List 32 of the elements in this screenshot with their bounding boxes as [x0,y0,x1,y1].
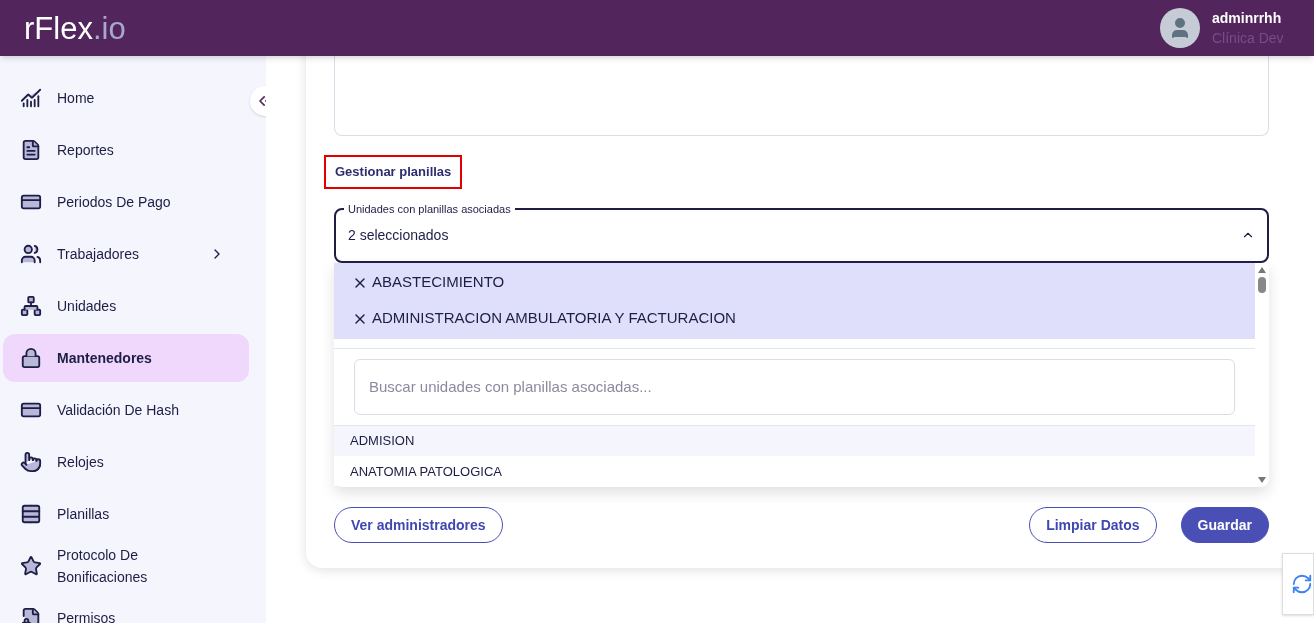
section-title: Gestionar planillas [324,155,463,189]
user-name: adminrrhh [1212,9,1283,28]
outline-button[interactable]: Ver administradores [334,506,503,543]
sidebar-item[interactable]: Validación De Hash [3,386,249,434]
logo: rFlex.io [24,12,126,44]
table-icon [19,502,43,526]
hierarchy-icon [19,294,43,318]
sidebar-item[interactable]: Protocolo De Bonificaciones [3,542,249,590]
chart-icon [19,86,43,110]
sidebar-item[interactable]: Relojes [3,438,249,486]
sidebar-item[interactable]: Unidades [3,282,249,330]
save-button[interactable]: Guardar [1180,506,1269,543]
scroll-up-icon[interactable] [1258,266,1266,273]
outline-button[interactable]: Limpiar Datos [1029,506,1157,543]
sidebar-item[interactable]: Mantenedores [3,334,249,382]
sidebar-item[interactable]: Permisos [3,594,249,623]
sidebar-item[interactable]: Trabajadores [3,230,249,278]
selected-unit-chip[interactable]: ADMINISTRACION AMBULATORIA Y FACTURACION [334,300,1255,337]
selected-unit-chip[interactable]: ABASTECIMIENTO [334,264,1255,301]
sidebar-item[interactable]: Home [3,74,249,122]
option-item[interactable]: ADMISION [334,425,1255,457]
scroll-down-icon[interactable] [1258,476,1266,483]
sidebar-item[interactable]: Reportes [3,126,249,174]
lock-icon [19,346,43,370]
search-field[interactable]: Buscar unidades con planillas asociadas... [354,358,1235,415]
scrollbar-thumb[interactable] [1258,276,1266,293]
users-icon [19,242,43,266]
sidebar-item[interactable]: Periodos De Pago [3,178,249,226]
sidebar-item[interactable]: Planillas [3,490,249,538]
avatar-icon[interactable] [1160,8,1200,48]
touch-icon [19,450,43,474]
star-icon [19,554,43,578]
